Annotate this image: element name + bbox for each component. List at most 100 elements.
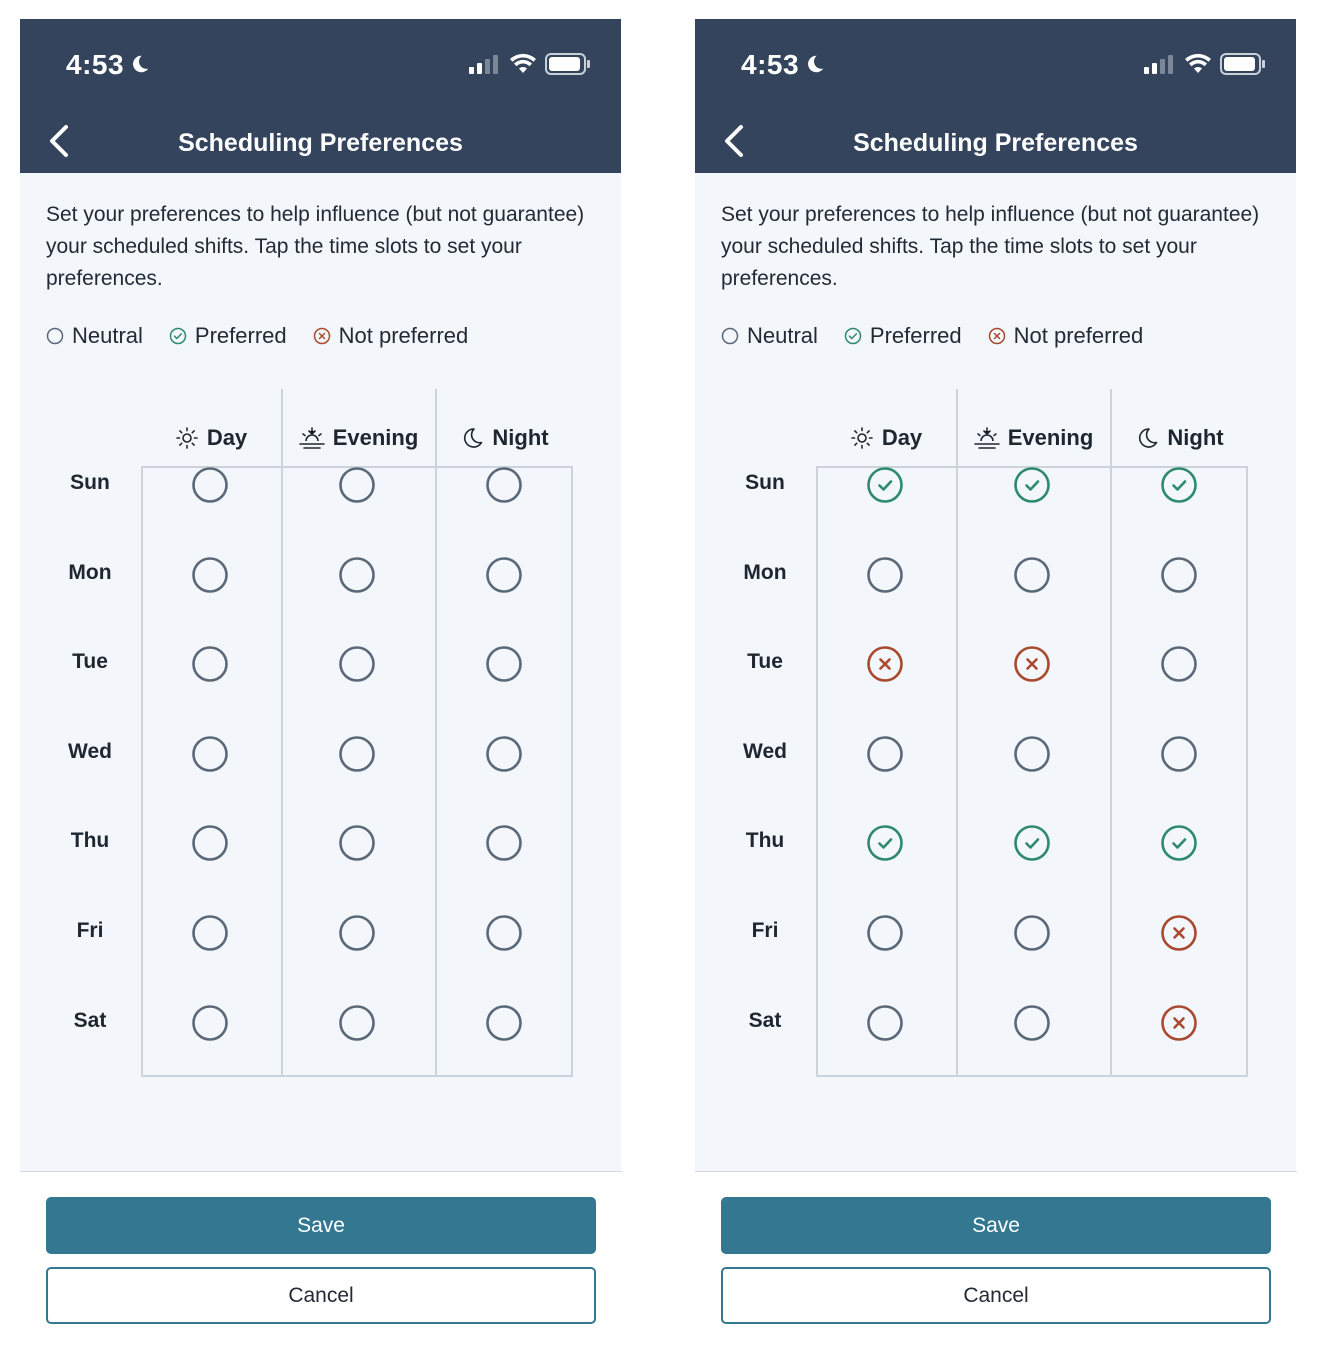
page-title: Scheduling Preferences bbox=[178, 129, 463, 157]
neutral-circle-icon bbox=[486, 825, 522, 862]
slot-sun-day[interactable] bbox=[865, 465, 905, 505]
slot-wed-night[interactable] bbox=[484, 734, 524, 774]
neutral-circle-icon bbox=[339, 1004, 375, 1041]
day-label-sun: Sun bbox=[70, 471, 110, 494]
slot-sat-night[interactable] bbox=[484, 1003, 524, 1043]
slot-sun-night[interactable] bbox=[484, 465, 524, 505]
sunset-icon bbox=[973, 427, 1000, 449]
neutral-circle-icon bbox=[486, 1004, 522, 1041]
slot-sun-evening[interactable] bbox=[337, 465, 377, 505]
slot-sat-evening[interactable] bbox=[1012, 1003, 1052, 1043]
phone-screen-after: 4:53 Scheduling Preferences Set your pre… bbox=[695, 19, 1297, 1349]
save-button[interactable]: Save bbox=[46, 1197, 596, 1254]
slot-fri-day[interactable] bbox=[190, 913, 230, 953]
slot-thu-evening[interactable] bbox=[1012, 823, 1052, 863]
column-header-day: Day bbox=[816, 413, 956, 463]
slot-tue-evening[interactable] bbox=[337, 644, 377, 684]
neutral-circle-icon bbox=[867, 915, 903, 951]
neutral-circle-icon bbox=[192, 467, 228, 503]
slot-tue-day[interactable] bbox=[865, 644, 905, 684]
neutral-circle-icon bbox=[486, 735, 522, 772]
legend-neutral: Neutral bbox=[721, 323, 818, 349]
day-label-tue: Tue bbox=[747, 650, 783, 674]
slot-tue-night[interactable] bbox=[1159, 644, 1199, 684]
wifi-icon bbox=[1185, 53, 1211, 73]
slot-mon-evening[interactable] bbox=[1012, 555, 1052, 595]
slot-wed-day[interactable] bbox=[865, 734, 905, 774]
app-header: 4:53 Scheduling Preferences bbox=[20, 19, 621, 173]
day-label-wed: Wed bbox=[743, 739, 787, 763]
slot-fri-evening[interactable] bbox=[1012, 913, 1052, 953]
neutral-circle-icon bbox=[867, 1004, 903, 1041]
neutral-circle-icon bbox=[1014, 915, 1050, 951]
slot-mon-evening[interactable] bbox=[337, 555, 377, 595]
column-divider bbox=[281, 389, 283, 1077]
day-label-fri: Fri bbox=[751, 919, 779, 942]
column-header-evening: Evening bbox=[957, 413, 1110, 463]
day-label-sun: Sun bbox=[745, 471, 785, 494]
column-header-night: Night bbox=[1111, 413, 1248, 463]
preference-grid: Day Evening Night Sun Mon Tue Wed Thu Fri Sat bbox=[20, 389, 621, 1077]
column-header-evening: Evening bbox=[282, 413, 435, 463]
slot-mon-night[interactable] bbox=[1159, 555, 1199, 595]
neutral-icon bbox=[721, 327, 739, 345]
slot-sat-day[interactable] bbox=[865, 1003, 905, 1043]
slot-sun-night[interactable] bbox=[1159, 465, 1199, 505]
preferred-check-icon bbox=[844, 327, 862, 345]
slot-wed-night[interactable] bbox=[1159, 734, 1199, 774]
slot-thu-day[interactable] bbox=[190, 823, 230, 863]
slot-fri-night[interactable] bbox=[1159, 913, 1199, 953]
cancel-button[interactable]: Cancel bbox=[721, 1267, 1271, 1324]
neutral-circle-icon bbox=[339, 646, 375, 682]
slot-wed-day[interactable] bbox=[190, 734, 230, 774]
neutral-circle-icon bbox=[486, 467, 522, 503]
not-preferred-x-icon bbox=[867, 646, 903, 682]
sunset-icon bbox=[298, 427, 325, 449]
day-label-wed: Wed bbox=[68, 739, 112, 763]
not-preferred-x-icon bbox=[988, 327, 1005, 345]
content-area: Set your preferences to help influence (… bbox=[20, 173, 621, 1172]
save-button[interactable]: Save bbox=[721, 1197, 1271, 1254]
slot-sun-day[interactable] bbox=[190, 465, 230, 505]
legend-preferred: Preferred bbox=[844, 323, 962, 349]
slot-fri-evening[interactable] bbox=[337, 913, 377, 953]
cancel-button[interactable]: Cancel bbox=[46, 1267, 596, 1324]
do-not-disturb-icon bbox=[133, 55, 149, 73]
slot-wed-evening[interactable] bbox=[1012, 734, 1052, 774]
slot-tue-day[interactable] bbox=[190, 644, 230, 684]
preferred-check-icon bbox=[1014, 467, 1050, 503]
slot-sat-night[interactable] bbox=[1159, 1003, 1199, 1043]
not-preferred-x-icon bbox=[1161, 1004, 1197, 1041]
slot-thu-evening[interactable] bbox=[337, 823, 377, 863]
slot-mon-night[interactable] bbox=[484, 555, 524, 595]
neutral-circle-icon bbox=[867, 735, 903, 772]
slot-wed-evening[interactable] bbox=[337, 734, 377, 774]
slot-thu-night[interactable] bbox=[484, 823, 524, 863]
neutral-circle-icon bbox=[1161, 735, 1197, 772]
slot-sun-evening[interactable] bbox=[1012, 465, 1052, 505]
slot-mon-day[interactable] bbox=[865, 555, 905, 595]
content-area: Set your preferences to help influence (… bbox=[695, 173, 1296, 1172]
slot-thu-night[interactable] bbox=[1159, 823, 1199, 863]
slot-sat-day[interactable] bbox=[190, 1003, 230, 1043]
day-label-tue: Tue bbox=[72, 650, 108, 674]
preference-grid: Day Evening Night Sun Mon Tue Wed Thu Fri Sat bbox=[695, 389, 1296, 1077]
slot-tue-evening[interactable] bbox=[1012, 644, 1052, 684]
slot-thu-day[interactable] bbox=[865, 823, 905, 863]
neutral-circle-icon bbox=[1014, 735, 1050, 772]
slot-fri-day[interactable] bbox=[865, 913, 905, 953]
legend-not-preferred: Not preferred bbox=[988, 323, 1143, 349]
legend: Neutral Preferred Not preferred bbox=[721, 323, 1169, 349]
slot-mon-day[interactable] bbox=[190, 555, 230, 595]
preferred-check-icon bbox=[1161, 825, 1197, 862]
sun-icon bbox=[851, 427, 873, 449]
neutral-circle-icon bbox=[1161, 556, 1197, 593]
slot-sat-evening[interactable] bbox=[337, 1003, 377, 1043]
slot-fri-night[interactable] bbox=[484, 913, 524, 953]
neutral-circle-icon bbox=[486, 556, 522, 593]
slot-tue-night[interactable] bbox=[484, 644, 524, 684]
status-icons bbox=[469, 53, 591, 75]
column-header-day: Day bbox=[141, 413, 281, 463]
day-label-mon: Mon bbox=[68, 560, 112, 584]
cellular-signal-icon bbox=[469, 55, 498, 74]
